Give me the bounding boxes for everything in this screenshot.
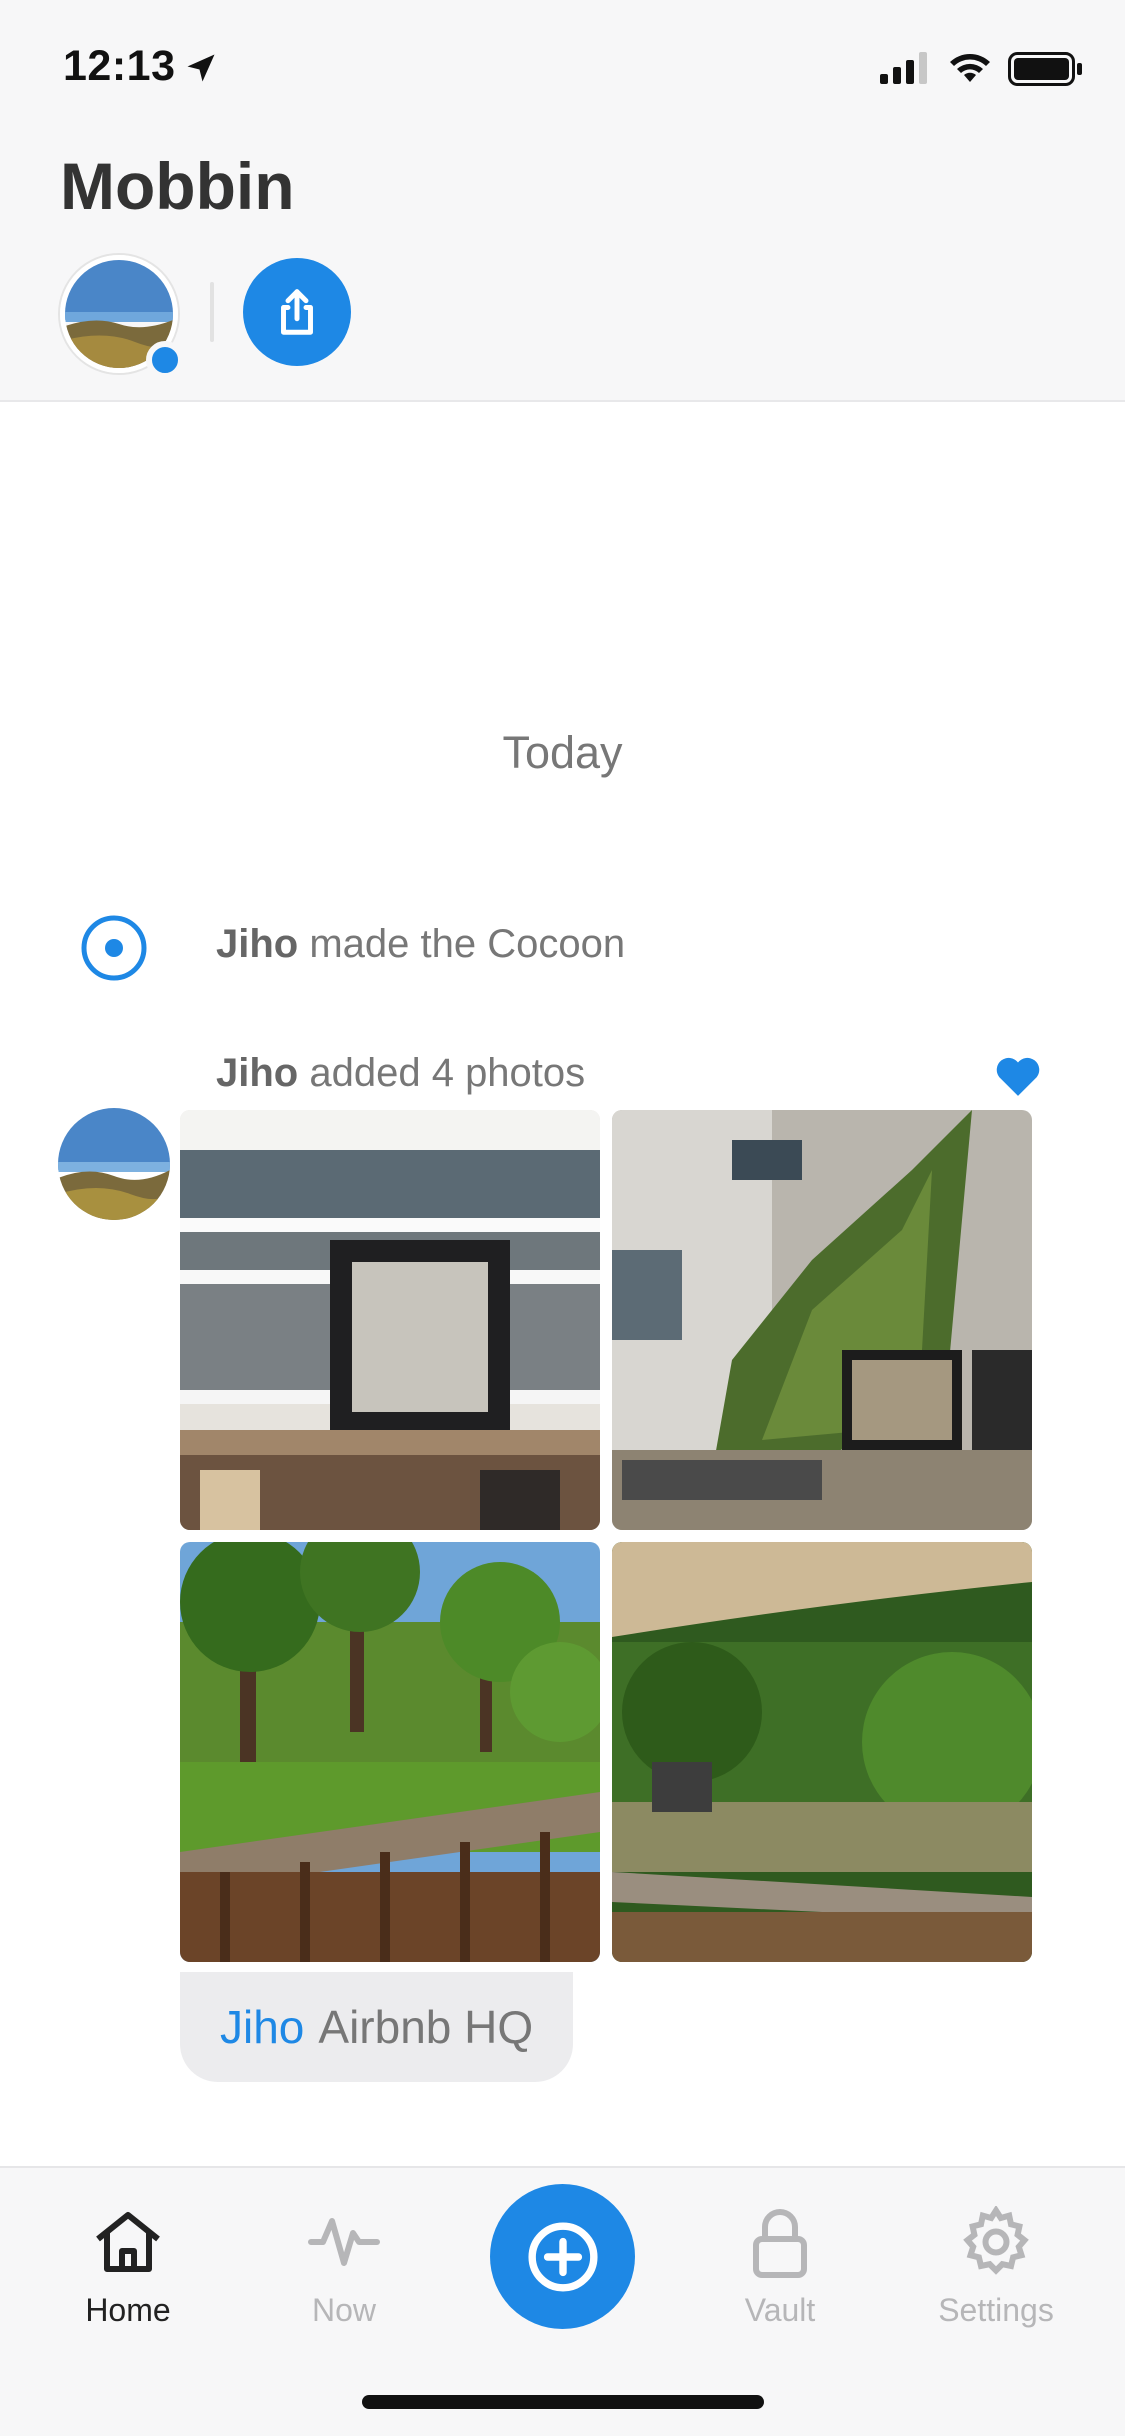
author-avatar-image <box>58 1108 170 1220</box>
event-text: made the Cocoon <box>309 922 626 966</box>
date-label: Today <box>502 727 623 778</box>
tab-now-label: Now <box>311 2292 376 2328</box>
photo-atrium-image <box>180 1110 600 1530</box>
caption-place: Airbnb HQ <box>318 2001 534 2053</box>
share-icon <box>281 289 313 335</box>
photo-patio[interactable] <box>612 1542 1032 1962</box>
battery-icon <box>1008 52 1082 86</box>
cellular-signal-icon <box>880 52 927 84</box>
page-title: Mobbin <box>60 149 295 223</box>
event-user: Jiho <box>216 922 299 966</box>
event-cocoon-created: Jiho made the Cocoon <box>216 922 625 967</box>
activity-icon <box>308 2218 380 2266</box>
photo-garden[interactable] <box>180 1542 600 1962</box>
tab-vault[interactable]: Vault <box>690 2206 870 2329</box>
caption-user: Jiho <box>220 2001 305 2053</box>
author-avatar[interactable] <box>58 1108 170 1220</box>
divider <box>210 282 214 342</box>
photo-grid <box>180 1110 1032 1962</box>
home-indicator[interactable] <box>362 2395 764 2409</box>
lock-icon <box>753 2209 807 2278</box>
tab-home[interactable]: Home <box>38 2206 218 2329</box>
status-time: 12:13 <box>63 42 176 90</box>
photo-garden-image <box>180 1542 600 1962</box>
status-bar: 12:13 <box>0 0 1125 130</box>
profile-avatar[interactable] <box>60 255 184 379</box>
plus-circle-icon <box>527 2221 598 2292</box>
location-arrow-icon <box>187 54 215 82</box>
tab-vault-label: Vault <box>744 2292 816 2328</box>
tab-now[interactable]: Now <box>254 2206 434 2329</box>
event-user: Jiho <box>216 1051 299 1095</box>
home-icon <box>96 2212 160 2272</box>
cocoon-target-icon <box>81 915 147 981</box>
online-status-dot <box>146 341 184 379</box>
share-button[interactable] <box>243 258 351 366</box>
photo-living-wall[interactable] <box>612 1110 1032 1530</box>
add-button[interactable] <box>490 2184 635 2329</box>
photo-caption[interactable]: Jiho Airbnb HQ <box>180 1972 574 2082</box>
header-area: 12:13 Mobbin <box>0 0 1125 402</box>
event-photos-added: Jiho added 4 photos <box>216 1051 585 1096</box>
wifi-icon <box>950 54 990 82</box>
photo-patio-image <box>612 1542 1032 1962</box>
tab-settings[interactable]: Settings <box>906 2206 1086 2329</box>
tab-home-label: Home <box>85 2292 171 2328</box>
photo-living-wall-image <box>612 1110 1032 1530</box>
gear-icon <box>963 2206 1029 2275</box>
tab-settings-label: Settings <box>938 2292 1054 2328</box>
heart-icon[interactable] <box>993 1052 1043 1098</box>
event-text: added 4 photos <box>309 1051 586 1095</box>
photo-atrium[interactable] <box>180 1110 600 1530</box>
